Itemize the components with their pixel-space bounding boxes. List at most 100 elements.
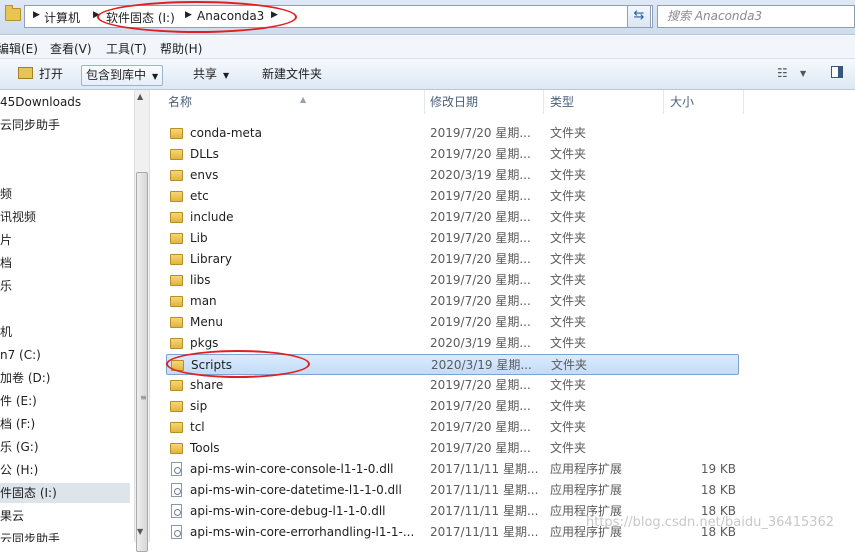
nav-item[interactable]: 乐: [0, 276, 12, 296]
new-folder-button[interactable]: 新建文件夹: [258, 65, 326, 84]
file-name: include: [190, 210, 234, 224]
chevron-right-icon[interactable]: ▶: [93, 10, 100, 20]
nav-item[interactable]: 45Downloads: [0, 92, 81, 112]
file-row[interactable]: pkgs 2020/3/19 星期... 文件夹: [150, 333, 855, 354]
menu-view[interactable]: 查看(V): [50, 40, 92, 57]
menu-help[interactable]: 帮助(H): [160, 40, 202, 57]
menu-tools[interactable]: 工具(T): [106, 40, 147, 57]
file-date: 2020/3/19 星期...: [431, 358, 532, 372]
nav-item[interactable]: 机: [0, 322, 12, 342]
search-input[interactable]: [658, 6, 847, 25]
nav-item[interactable]: 云同步助手: [0, 115, 60, 135]
file-date: 2017/11/11 星期...: [430, 483, 539, 497]
nav-item[interactable]: 频: [0, 184, 12, 204]
scroll-down-icon[interactable]: ▼: [137, 527, 143, 536]
file-row[interactable]: Library 2019/7/20 星期... 文件夹: [150, 249, 855, 270]
column-header-size[interactable]: 大小: [664, 90, 744, 114]
column-header-date[interactable]: 修改日期: [424, 90, 544, 114]
open-folder-icon: [18, 67, 33, 79]
nav-item[interactable]: 讯视频: [0, 207, 36, 227]
file-row[interactable]: etc 2019/7/20 星期... 文件夹: [150, 186, 855, 207]
file-type: 文件夹: [550, 273, 587, 287]
search-box[interactable]: [657, 5, 855, 28]
share-button[interactable]: 共享 ▼: [189, 65, 233, 84]
preview-pane-icon[interactable]: [831, 66, 843, 78]
column-name-label: 名称: [168, 95, 193, 109]
column-header-type[interactable]: 类型: [544, 90, 664, 114]
nav-item[interactable]: 云同步助手: [0, 529, 60, 542]
file-type: 文件夹: [550, 441, 587, 455]
file-row[interactable]: envs 2020/3/19 星期... 文件夹: [150, 165, 855, 186]
file-row[interactable]: Menu 2019/7/20 星期... 文件夹: [150, 312, 855, 333]
menu-edit[interactable]: 编辑(E): [0, 40, 38, 57]
nav-scrollbar[interactable]: ▲ ≡ ▼: [134, 90, 150, 552]
folder-icon: [170, 380, 183, 391]
column-type-label: 类型: [550, 95, 575, 109]
file-row[interactable]: include 2019/7/20 星期... 文件夹: [150, 207, 855, 228]
include-in-library-button[interactable]: 包含到库中 ▼: [81, 65, 164, 86]
file-date: 2019/7/20 星期...: [430, 378, 531, 392]
address-box[interactable]: ▶ 计算机 ▶ 软件固态 (I:) ▶ Anaconda3 ▶ ▼: [24, 5, 653, 28]
folder-icon: [170, 401, 183, 412]
nav-item[interactable]: 公 (H:): [0, 460, 38, 480]
file-type: 文件夹: [550, 399, 587, 413]
file-row[interactable]: tcl 2019/7/20 星期... 文件夹: [150, 417, 855, 438]
chevron-right-icon[interactable]: ▶: [271, 10, 278, 20]
file-name: sip: [190, 399, 208, 413]
file-date: 2019/7/20 星期...: [430, 189, 531, 203]
open-button[interactable]: 打开: [14, 65, 67, 84]
nav-item[interactable]: 档 (F:): [0, 414, 35, 434]
file-row[interactable]: man 2019/7/20 星期... 文件夹: [150, 291, 855, 312]
file-date: 2019/7/20 星期...: [430, 420, 531, 434]
file-row-selected[interactable]: Scripts 2020/3/19 星期... 文件夹: [166, 354, 739, 375]
file-row[interactable]: api-ms-win-core-console-l1-1-0.dll 2017/1…: [150, 459, 855, 480]
file-row[interactable]: conda-meta 2019/7/20 星期... 文件夹: [150, 123, 855, 144]
dll-file-icon: [171, 525, 182, 539]
file-type: 文件夹: [550, 147, 587, 161]
scrollbar-thumb[interactable]: ≡: [136, 172, 148, 552]
view-options-icon[interactable]: ☷: [777, 66, 788, 80]
file-name: libs: [190, 273, 211, 287]
file-name: api-ms-win-core-console-l1-1-0.dll: [190, 462, 394, 476]
file-row[interactable]: Tools 2019/7/20 星期... 文件夹: [150, 438, 855, 459]
file-row[interactable]: libs 2019/7/20 星期... 文件夹: [150, 270, 855, 291]
file-type: 应用程序扩展: [550, 483, 623, 497]
nav-item[interactable]: n7 (C:): [0, 345, 41, 365]
folder-icon: [170, 275, 183, 286]
file-row[interactable]: api-ms-win-core-datetime-l1-1-0.dll 2017/…: [150, 480, 855, 501]
nav-item[interactable]: 乐 (G:): [0, 437, 39, 457]
file-row[interactable]: sip 2019/7/20 星期... 文件夹: [150, 396, 855, 417]
file-row[interactable]: Lib 2019/7/20 星期... 文件夹: [150, 228, 855, 249]
breadcrumb-computer[interactable]: 计算机: [44, 9, 80, 26]
file-date: 2019/7/20 星期...: [430, 315, 531, 329]
refresh-icon: ⇆: [633, 8, 645, 23]
file-type: 文件夹: [550, 168, 587, 182]
nav-item[interactable]: 果云: [0, 506, 24, 526]
nav-item[interactable]: 件固态 (I:): [0, 483, 130, 503]
file-name: Tools: [190, 441, 220, 455]
breadcrumb-drive[interactable]: 软件固态 (I:): [106, 9, 175, 26]
file-row[interactable]: DLLs 2019/7/20 星期... 文件夹: [150, 144, 855, 165]
refresh-button[interactable]: ⇆: [627, 5, 651, 28]
column-header-name[interactable]: 名称 ▲: [162, 90, 425, 114]
open-button-label: 打开: [39, 67, 64, 81]
file-size: 19 KB: [700, 462, 736, 476]
nav-item[interactable]: 片: [0, 230, 12, 250]
nav-item[interactable]: 加卷 (D:): [0, 368, 50, 388]
file-date: 2019/7/20 星期...: [430, 126, 531, 140]
file-row[interactable]: share 2019/7/20 星期... 文件夹: [150, 375, 855, 396]
share-label: 共享: [193, 67, 218, 81]
breadcrumb-folder[interactable]: Anaconda3: [197, 9, 264, 23]
file-name: envs: [190, 168, 219, 182]
nav-item[interactable]: 件 (E:): [0, 391, 37, 411]
dropdown-arrow-icon: ▼: [223, 71, 230, 80]
chevron-right-icon[interactable]: ▶: [33, 10, 40, 20]
folder-icon: [170, 443, 183, 454]
file-date: 2020/3/19 星期...: [430, 168, 531, 182]
file-date: 2019/7/20 星期...: [430, 210, 531, 224]
file-list: 名称 ▲ 修改日期 类型 大小 conda-meta 2019/7/20 星期...…: [150, 90, 855, 542]
chevron-down-icon[interactable]: ▼: [800, 69, 806, 78]
chevron-right-icon[interactable]: ▶: [185, 10, 192, 20]
nav-item[interactable]: 档: [0, 253, 12, 273]
scroll-up-icon[interactable]: ▲: [137, 92, 143, 101]
